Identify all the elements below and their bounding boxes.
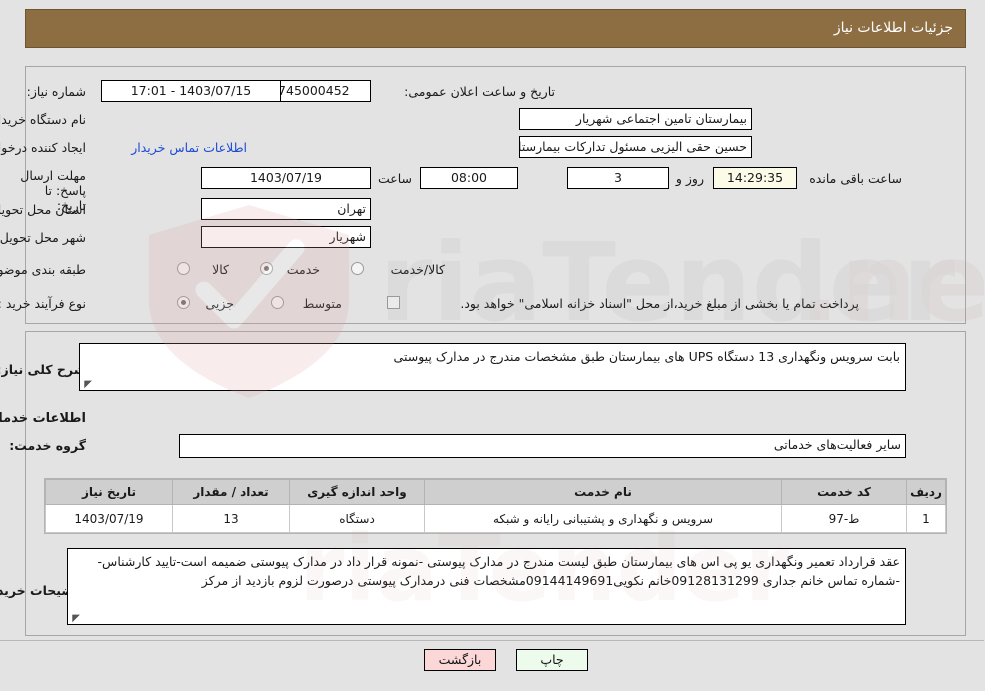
table-header-row: ردیف کد خدمت نام خدمت واحد اندازه گیری ت… [46,479,947,505]
deadline-hour-value: 08:00 [421,167,519,189]
remaining-days-label: روز و [676,171,705,186]
service-items-table: ردیف کد خدمت نام خدمت واحد اندازه گیری ت… [46,479,947,533]
cell-unit: دستگاه [290,504,426,533]
category-label: طبقه بندی موضوعی: [0,262,87,277]
announce-datetime-value: 1403/07/15 - 17:01 [102,80,282,102]
col-name: نام خدمت [425,479,783,505]
buyer-org-label: نام دستگاه خریدار: [0,112,87,127]
category-option-label-khedmat: خدمت [287,262,321,277]
page-title-bar: جزئیات اطلاعات نیاز [26,9,967,48]
general-description-label: شرح کلی نیاز: [0,362,87,377]
general-description-box[interactable]: بابت سرویس ونگهداری 13 دستگاه UPS های بی… [80,343,907,391]
need-summary-panel [26,66,967,324]
remaining-days-value: 3 [568,167,670,189]
col-qty: تعداد / مقدار [173,479,291,505]
general-description-value: بابت سرویس ونگهداری 13 دستگاه UPS های بی… [394,349,901,364]
delivery-city-label: شهر محل تحویل: [0,230,87,245]
process-option-label-motavaset: متوسط [303,296,343,311]
services-section-heading: اطلاعات خدمات مورد نیاز [0,411,87,426]
requester-value: حسین حقی الیزیی مسئول تدارکات بیمارستان … [520,136,753,158]
cell-qty: 13 [173,504,291,533]
table-row: 1 ط-97 سرویس و نگهداری و پشتیبانی رایانه… [46,504,947,533]
service-items-table-wrapper: ردیف کد خدمت نام خدمت واحد اندازه گیری ت… [45,478,948,534]
announce-datetime-label: تاریخ و ساعت اعلان عمومی: [405,84,556,99]
cell-code: ط-97 [782,504,908,533]
deadline-hour-label: ساعت [378,171,413,186]
requester-label: ایجاد کننده درخواست: [0,140,87,155]
page-root: جزئیات اطلاعات نیاز شماره نیاز: 11030917… [0,0,985,691]
islamic-bond-checkbox[interactable] [388,296,401,309]
resize-grip-icon-notes[interactable]: ◤ [71,614,81,624]
process-radio-motavaset[interactable] [272,296,285,309]
col-row: ردیف [907,479,947,505]
footer-divider [0,640,985,641]
islamic-bond-text: پرداخت تمام یا بخشی از مبلغ خرید،از محل … [461,296,860,311]
service-group-label: گروه خدمت: [10,438,87,453]
countdown-value: 14:29:35 [714,167,798,189]
buyer-notes-box[interactable]: عقد قرارداد تعمیر ونگهداری یو پی اس های … [68,548,907,625]
process-radio-jozee[interactable] [178,296,191,309]
category-radio-kala-khedmat[interactable] [352,262,365,275]
delivery-province-label: استان محل تحویل: [0,202,87,217]
cell-row: 1 [907,504,947,533]
buyer-notes-value: عقد قرارداد تعمیر ونگهداری یو پی اس های … [98,554,901,588]
category-radio-kala[interactable] [178,262,191,275]
back-button[interactable]: بازگشت [425,649,497,671]
buyer-org-value: بیمارستان تامین اجتماعی شهریار [520,108,753,130]
process-label: نوع فرآیند خرید : [0,296,87,311]
col-date: تاریخ نیاز [46,479,174,505]
cell-date: 1403/07/19 [46,504,174,533]
deadline-date-value: 1403/07/19 [202,167,372,189]
page-title: جزئیات اطلاعات نیاز [834,20,954,36]
category-radio-khedmat[interactable] [261,262,274,275]
print-button[interactable]: چاپ [517,649,589,671]
col-code: کد خدمت [782,479,908,505]
category-option-label-kala-khedmat: کالا/خدمت [391,262,446,277]
resize-grip-icon[interactable]: ◤ [83,380,93,390]
service-group-value: سایر فعالیت‌های خدماتی [180,434,907,458]
delivery-city-value: شهریار [202,226,372,248]
delivery-province-value: تهران [202,198,372,220]
process-option-label-jozee: جزیی [206,296,235,311]
col-unit: واحد اندازه گیری [290,479,426,505]
cell-name: سرویس و نگهداری و پشتیبانی رایانه و شبکه [425,504,783,533]
need-number-label: شماره نیاز: [27,84,87,99]
countdown-label: ساعت باقی مانده [810,171,903,186]
category-option-label-kala: کالا [213,262,230,277]
buyer-contact-link[interactable]: اطلاعات تماس خریدار [132,140,248,156]
